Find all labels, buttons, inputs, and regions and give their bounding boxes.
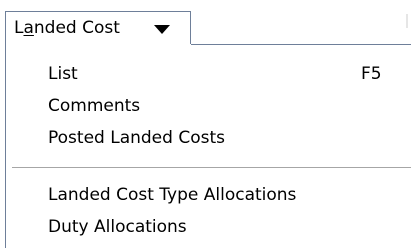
menu-mnemonic: a (23, 18, 34, 38)
landed-cost-menu[interactable]: Landed Cost (5, 11, 191, 44)
menu-item-list[interactable]: List F5 (7, 58, 411, 90)
menu-bar-edge (406, 14, 408, 28)
menu-item-landed-cost-type-allocations[interactable]: Landed Cost Type Allocations (7, 179, 411, 211)
landed-cost-menu-label: Landed Cost (14, 18, 120, 38)
menu-item-shortcut: F5 (361, 64, 382, 84)
menu-item-duty-allocations[interactable]: Duty Allocations (7, 211, 411, 243)
menu-bar: Landed Cost (0, 0, 411, 47)
menu-item-posted-landed-costs[interactable]: Posted Landed Costs (7, 122, 411, 154)
menu-item-label: Comments (48, 96, 141, 116)
dropdown-top-border (191, 44, 411, 45)
menu-item-label: Duty Allocations (48, 217, 187, 237)
chevron-down-icon (154, 25, 170, 34)
menu-item-label: Posted Landed Costs (48, 128, 225, 148)
menu-item-comments[interactable]: Comments (7, 90, 411, 122)
menu-item-label: Landed Cost Type Allocations (48, 185, 297, 205)
menu-item-label: List (48, 64, 78, 84)
menu-separator (12, 167, 411, 168)
landed-cost-dropdown: List F5 Comments Posted Landed Costs Lan… (5, 44, 411, 248)
